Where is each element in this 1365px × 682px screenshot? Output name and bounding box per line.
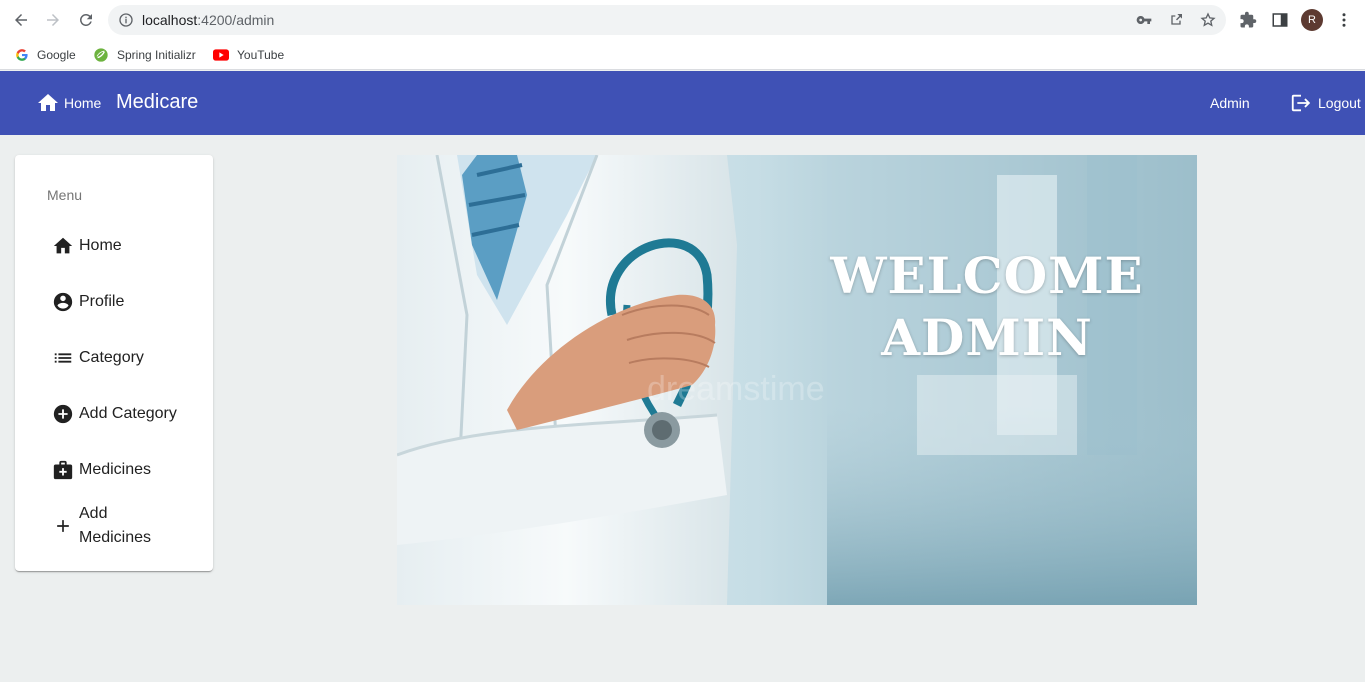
account-circle-icon (51, 290, 75, 314)
menu-item-add-medicines[interactable]: Add Medicines (51, 502, 181, 550)
medical-bag-icon (51, 458, 75, 482)
spring-icon (94, 48, 108, 62)
menu-title: Menu (47, 187, 83, 203)
key-icon[interactable] (1136, 12, 1152, 28)
menu-item-medicines[interactable]: Medicines (51, 458, 201, 482)
menu-item-home[interactable]: Home (51, 234, 201, 258)
home-icon (51, 234, 75, 258)
more-vert-icon[interactable] (1335, 11, 1353, 29)
star-icon[interactable] (1200, 12, 1216, 28)
toolbar-logout-button[interactable]: Logout (1290, 92, 1361, 114)
menu-item-add-category[interactable]: Add Category (51, 402, 201, 426)
doctor-hospital-image: dreamstime (397, 155, 1197, 605)
reload-icon (79, 13, 92, 26)
menu-item-profile[interactable]: Profile (51, 290, 201, 314)
bookmark-youtube[interactable]: YouTube (213, 45, 284, 65)
home-icon (38, 94, 58, 111)
toolbar-admin-button[interactable]: Admin (1210, 95, 1250, 111)
profile-avatar[interactable]: R (1301, 9, 1323, 31)
back-button[interactable] (11, 10, 31, 30)
svg-text:dreamstime: dreamstime (647, 370, 825, 408)
toolbar-home-button[interactable]: Home (36, 91, 101, 115)
side-panel-icon[interactable] (1271, 11, 1289, 29)
menu-item-category[interactable]: Category (51, 346, 201, 370)
browser-toolbar: localhost:4200/admin R (0, 0, 1365, 40)
bookmark-spring-initializr[interactable]: Spring Initializr (93, 45, 196, 65)
youtube-icon (213, 49, 229, 61)
bookmarks-bar: Google Spring Initializr YouTube (0, 40, 1365, 70)
address-bar[interactable]: localhost:4200/admin (108, 5, 1226, 35)
arrow-right-icon (47, 14, 59, 26)
url-text[interactable]: localhost:4200/admin (142, 12, 274, 28)
add-circle-icon (51, 402, 75, 426)
welcome-heading: WELCOME ADMIN (830, 246, 1144, 367)
google-icon (16, 49, 28, 61)
extensions-icon[interactable] (1239, 11, 1257, 29)
app-toolbar: Home Medicare Admin Logout (0, 71, 1365, 135)
app-brand: Medicare (116, 91, 199, 113)
sidebar-menu: Menu Home Profile Category Add Category … (15, 155, 213, 571)
welcome-banner: dreamstime WELCOME ADMIN (397, 155, 1197, 605)
bookmark-google[interactable]: Google (15, 45, 76, 65)
reload-button[interactable] (76, 10, 96, 30)
info-icon[interactable] (118, 12, 134, 28)
logout-icon (1291, 94, 1311, 112)
list-icon (51, 346, 75, 370)
forward-button[interactable] (43, 10, 63, 30)
arrow-left-icon (15, 14, 27, 26)
share-icon[interactable] (1168, 12, 1184, 28)
plus-icon (51, 514, 75, 538)
